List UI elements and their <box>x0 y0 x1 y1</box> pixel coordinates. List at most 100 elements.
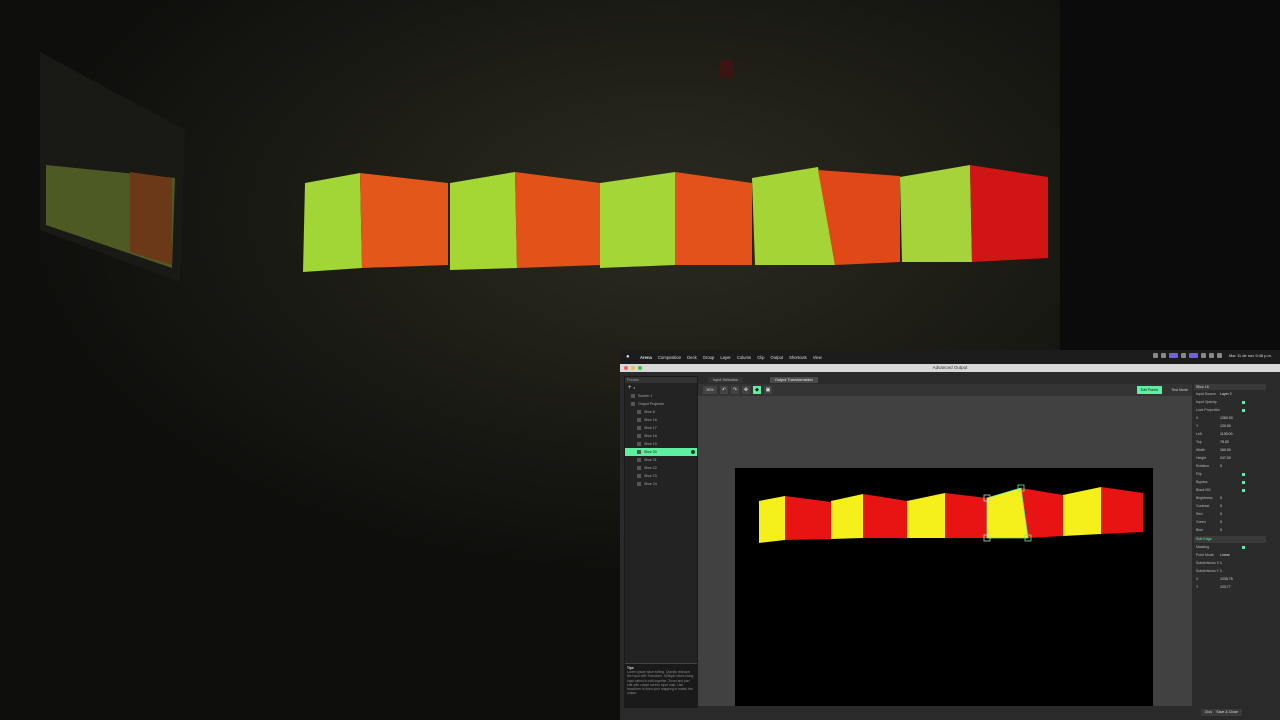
slice-list-item[interactable]: Slice 17 <box>625 424 697 432</box>
toggle-checkbox[interactable] <box>1242 408 1245 412</box>
slice-list-item[interactable]: Slice 21 <box>625 456 697 464</box>
slice-list-item[interactable]: Slice 18 <box>625 432 697 440</box>
visibility-checkbox[interactable] <box>637 434 641 438</box>
property-value[interactable]: Linear <box>1220 553 1242 557</box>
wifi-icon[interactable] <box>1208 353 1214 358</box>
slice-label: Slice 18 <box>644 434 657 438</box>
status-highlight-icon[interactable] <box>1188 353 1198 358</box>
search-icon[interactable] <box>1216 353 1222 358</box>
toggle-checkbox[interactable] <box>1242 488 1245 492</box>
menu-group[interactable]: Group <box>703 355 715 360</box>
pan-icon[interactable]: ✥ <box>742 386 750 394</box>
status-icon[interactable] <box>1180 353 1186 358</box>
slice-label: Slice 8 <box>644 410 655 414</box>
status-icon[interactable] <box>1160 353 1166 358</box>
visibility-checkbox[interactable] <box>637 474 641 478</box>
property-value[interactable]: 0 <box>1220 496 1242 500</box>
property-value[interactable]: 1 <box>1220 561 1242 565</box>
visibility-checkbox[interactable] <box>637 466 641 470</box>
property-value[interactable]: 0 <box>1220 504 1242 508</box>
slice-face[interactable] <box>759 496 785 543</box>
zoom-select[interactable]: 50% <box>703 386 717 394</box>
tab-output-transformation[interactable]: Output Transformation <box>770 377 818 383</box>
test-mode-button[interactable]: Test Mode <box>1171 386 1188 394</box>
visibility-checkbox[interactable] <box>637 418 641 422</box>
soft-edge-section[interactable]: Soft Edge <box>1194 536 1266 543</box>
slice-list-item[interactable]: Slice 19 <box>625 440 697 448</box>
screen-item[interactable]: Screen 1 <box>625 392 697 400</box>
visibility-checkbox[interactable] <box>637 410 641 414</box>
transform-icon[interactable]: ◆ <box>753 386 761 394</box>
property-label: Green <box>1196 520 1206 524</box>
property-row: X 1235.75 <box>1194 575 1266 583</box>
property-value[interactable]: 247.00 <box>1220 456 1242 460</box>
add-slice-button[interactable]: + ▾ <box>625 383 697 392</box>
slice-face[interactable] <box>831 494 863 539</box>
slice-list-item[interactable]: Slice 8 <box>625 408 697 416</box>
slice-label: Slice 24 <box>644 482 657 486</box>
slice-list-item[interactable]: Slice 20 <box>625 448 697 456</box>
slice-list-item[interactable]: Slice 22 <box>625 464 697 472</box>
slice-face[interactable] <box>863 494 907 538</box>
fit-icon[interactable]: ▣ <box>764 386 772 394</box>
visibility-checkbox[interactable] <box>637 482 641 486</box>
menu-view[interactable]: View <box>813 355 822 360</box>
property-value[interactable]: Layer 2 <box>1220 392 1242 396</box>
visibility-checkbox[interactable] <box>637 458 641 462</box>
property-value[interactable]: 160.00 <box>1220 448 1242 452</box>
toggle-checkbox[interactable] <box>1242 472 1245 476</box>
menu-column[interactable]: Column <box>737 355 751 360</box>
slice-label: Slice 19 <box>644 442 657 446</box>
menu-deck[interactable]: Deck <box>687 355 697 360</box>
toggle-checkbox[interactable] <box>1242 400 1245 404</box>
menu-composition[interactable]: Composition <box>658 355 681 360</box>
slice-label: Slice 17 <box>644 426 657 430</box>
redo-icon[interactable]: ↷ <box>731 386 739 394</box>
visibility-checkbox[interactable] <box>631 394 635 398</box>
property-value[interactable]: 123.77 <box>1220 585 1242 589</box>
visibility-checkbox[interactable] <box>637 426 641 430</box>
property-value[interactable]: 0 <box>1220 512 1242 516</box>
menu-clip[interactable]: Clip <box>757 355 764 360</box>
slice-face[interactable] <box>945 493 987 538</box>
slice-face[interactable] <box>1101 487 1143 534</box>
property-value[interactable]: 75.00 <box>1220 440 1242 444</box>
property-value[interactable]: 1235.75 <box>1220 577 1242 581</box>
property-value[interactable]: 0 <box>1220 464 1242 468</box>
property-value[interactable]: 1135.00 <box>1220 432 1242 436</box>
property-value[interactable]: 1280.00 <box>1220 416 1242 420</box>
menu-layer[interactable]: Layer <box>720 355 730 360</box>
slice-list-item[interactable]: Slice 16 <box>625 416 697 424</box>
projector-item[interactable]: Output Projector <box>625 400 697 408</box>
property-value[interactable]: 120.00 <box>1220 424 1242 428</box>
visibility-checkbox[interactable] <box>637 442 641 446</box>
menubar-clock[interactable]: Mar 11 de nov 9:48 p.m. <box>1229 353 1272 358</box>
visibility-checkbox[interactable] <box>637 450 641 454</box>
output-canvas-area[interactable] <box>698 396 1192 706</box>
apple-menu-icon[interactable]: ● <box>626 353 634 361</box>
save-close-button[interactable]: Save & Close <box>1212 709 1242 716</box>
slice-face[interactable] <box>1063 487 1101 536</box>
slice-face[interactable] <box>785 496 831 540</box>
property-label: Y <box>1196 585 1199 589</box>
property-value[interactable]: 0 <box>1220 520 1242 524</box>
undo-icon[interactable]: ↶ <box>720 386 728 394</box>
toggle-checkbox[interactable] <box>1242 545 1245 549</box>
property-value[interactable]: 1 <box>1220 569 1242 573</box>
visibility-checkbox[interactable] <box>631 402 635 406</box>
tab-input-selection[interactable]: Input Selection <box>708 377 744 383</box>
menu-output[interactable]: Output <box>770 355 783 360</box>
status-icon[interactable] <box>1152 353 1158 358</box>
menu-arena[interactable]: Arena <box>640 355 652 360</box>
property-row: Rotation 0 <box>1194 462 1266 470</box>
status-icon[interactable] <box>1200 353 1206 358</box>
property-value[interactable]: 0 <box>1220 528 1242 532</box>
slice-face[interactable] <box>907 493 945 538</box>
status-highlight-icon[interactable] <box>1168 353 1178 358</box>
output-stage[interactable] <box>735 468 1153 706</box>
toggle-checkbox[interactable] <box>1242 480 1245 484</box>
slice-list-item[interactable]: Slice 23 <box>625 472 697 480</box>
edit-points-button[interactable]: Edit Points <box>1136 386 1162 394</box>
slice-list-item[interactable]: Slice 24 <box>625 480 697 488</box>
menu-shortcuts[interactable]: Shortcuts <box>789 355 807 360</box>
